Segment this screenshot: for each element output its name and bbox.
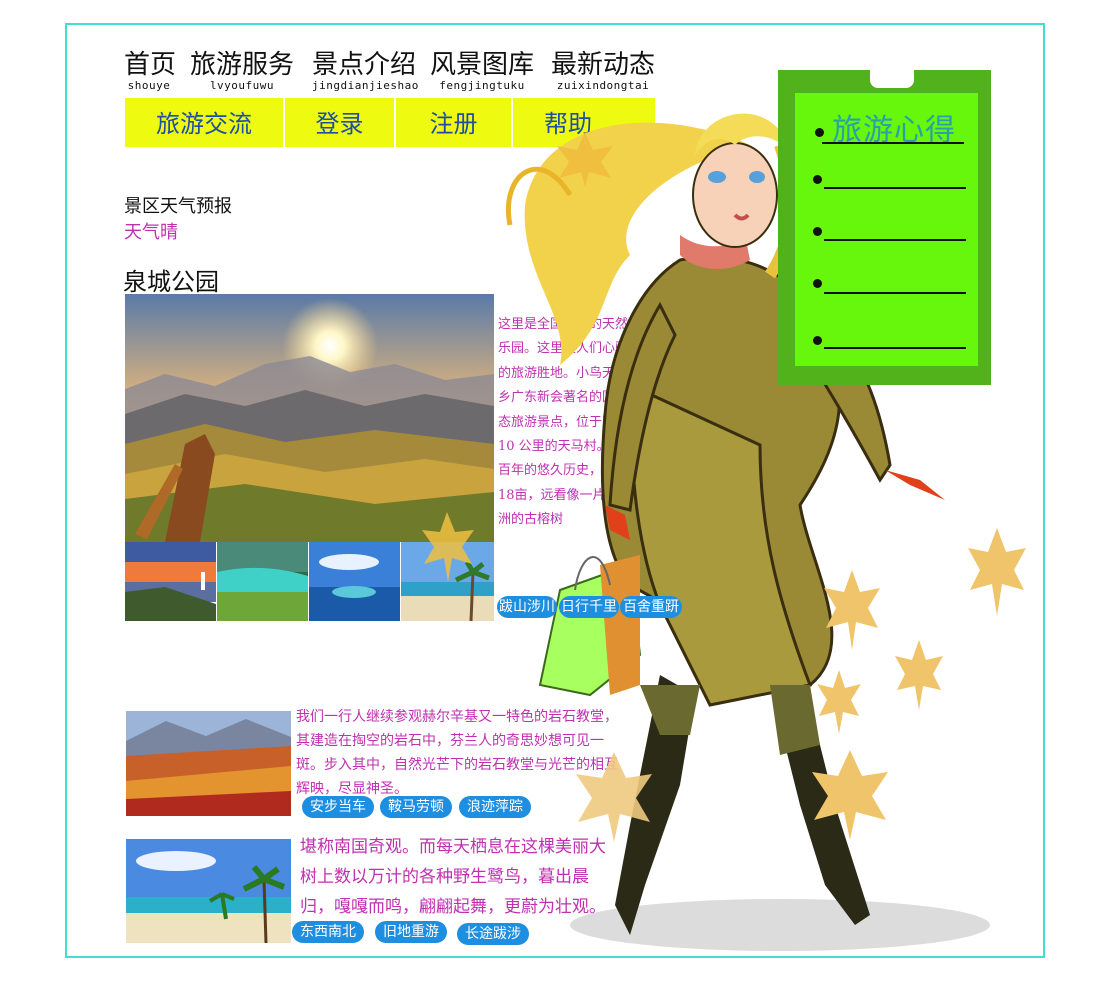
section2-photo xyxy=(126,711,291,816)
nav-scenic-intro-pinyin: jingdianjieshao xyxy=(312,79,419,92)
list-bullet xyxy=(815,128,824,137)
tag-dongxi-nanbei[interactable]: 东西南北 xyxy=(292,921,364,943)
tag-changtu-bashe[interactable]: 长途跋涉 xyxy=(457,923,529,945)
nav-scenic-intro[interactable]: 景点介绍 jingdianjieshao xyxy=(312,50,419,92)
list-item[interactable] xyxy=(824,292,966,294)
tag-jiudi-chongyou[interactable]: 旧地重游 xyxy=(375,921,447,943)
list-item[interactable] xyxy=(824,187,966,189)
leaf-decoration-1 xyxy=(555,132,615,191)
nav-travel-service[interactable]: 旅游服务 lvyoufuwu xyxy=(190,50,294,92)
list-item[interactable] xyxy=(824,239,966,241)
section3-photo xyxy=(126,839,291,943)
weather-title: 景区天气预报 xyxy=(124,196,232,217)
nav-travel-service-pinyin: lvyoufuwu xyxy=(209,79,275,92)
leaf-decoration-4 xyxy=(822,570,882,654)
tag-anbu-dangche[interactable]: 安步当车 xyxy=(302,796,374,818)
list-bullet xyxy=(813,336,822,345)
leaf-decoration-5 xyxy=(893,640,945,714)
nav-travel-service-label: 旅游服务 xyxy=(190,50,295,80)
thumbnail-lake[interactable] xyxy=(217,542,308,621)
tag-anma-laodun[interactable]: 鞍马劳顿 xyxy=(380,796,452,818)
tag-bashan-shechuan[interactable]: 跋山涉川 xyxy=(497,596,557,618)
subnav-exchange[interactable]: 旅游交流 xyxy=(125,98,285,147)
tag-langji-pingzong[interactable]: 浪迹萍踪 xyxy=(459,796,531,818)
tag-rixing-qianli[interactable]: 日行千里 xyxy=(559,596,619,618)
nav-home[interactable]: 首页 shouye xyxy=(124,50,177,92)
leaf-decoration-3 xyxy=(966,528,1028,620)
leaf-decoration-6 xyxy=(815,670,863,738)
list-item[interactable] xyxy=(824,347,966,349)
leaf-decoration-7 xyxy=(810,750,890,844)
weather-value: 天气晴 xyxy=(124,222,178,243)
list-bullet xyxy=(813,279,822,288)
subnav-login[interactable]: 登录 xyxy=(285,98,396,147)
list-item[interactable] xyxy=(822,142,964,144)
nav-home-pinyin: shouye xyxy=(127,79,171,92)
park-title: 泉城公园 xyxy=(123,268,219,296)
leaf-decoration-2 xyxy=(420,512,475,586)
travel-notes-panel: 旅游心得 xyxy=(778,70,991,385)
nav-scenic-intro-label: 景点介绍 xyxy=(312,50,417,80)
thumbnail-sunset-coast[interactable] xyxy=(125,542,216,621)
thumbnail-island[interactable] xyxy=(309,542,400,621)
panel-notch xyxy=(870,70,914,88)
tag-baishe-zhongjian[interactable]: 百舍重趼 xyxy=(620,596,682,618)
nav-gallery-label: 风景图库 xyxy=(430,50,535,80)
nav-news-label: 最新动态 xyxy=(551,50,656,80)
park-main-photo xyxy=(125,294,494,542)
leaf-decoration-8 xyxy=(574,752,654,846)
list-bullet xyxy=(813,175,822,184)
nav-home-label: 首页 xyxy=(124,50,177,80)
list-bullet xyxy=(813,227,822,236)
